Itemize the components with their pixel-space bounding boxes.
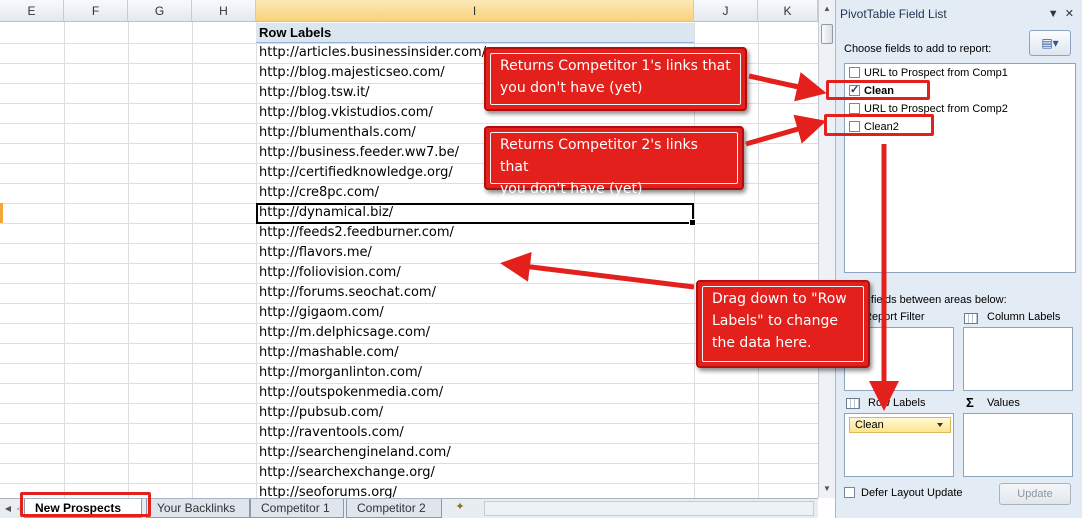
- pivot-row-label[interactable]: http://searchengineland.com/: [259, 443, 451, 463]
- gridline: [128, 22, 129, 498]
- field-label: URL to Prospect from Comp1: [864, 67, 1008, 79]
- highlight-clean-field: [826, 80, 930, 100]
- gridline: [256, 22, 257, 498]
- callout-text: the data here.: [712, 335, 812, 351]
- column-area-icon: [964, 313, 978, 324]
- pivot-row-label[interactable]: http://articles.businessinsider.com/: [259, 43, 486, 63]
- highlight-clean2-field: [824, 114, 934, 136]
- column-labels-label: Column Labels: [987, 311, 1061, 323]
- close-icon[interactable]: ✕: [1065, 8, 1074, 20]
- tab-competitor-1[interactable]: Competitor 1: [250, 499, 344, 518]
- pivot-row-label[interactable]: http://cre8pc.com/: [259, 183, 379, 203]
- callout-drag-down: Drag down to "Row Labels" to change the …: [696, 280, 870, 368]
- pivottable-field-list-pane: PivotTable Field List ▼ ✕ Choose fields …: [835, 0, 1082, 518]
- column-header-i[interactable]: I: [256, 0, 694, 22]
- callout-competitor-2: Returns Competitor 2's links that you do…: [484, 126, 744, 197]
- report-filter-label: Report Filter: [864, 311, 925, 323]
- row-labels-area[interactable]: Clean: [844, 413, 954, 477]
- pivot-row-label[interactable]: http://morganlinton.com/: [259, 363, 422, 383]
- pivot-row-label[interactable]: http://blog.majesticseo.com/: [259, 63, 445, 83]
- sheet-vertical-scrollbar[interactable]: ▲ ▼: [818, 0, 835, 498]
- column-header-e[interactable]: E: [0, 0, 64, 22]
- gridline: [0, 403, 818, 404]
- layout-options-button[interactable]: ▤▾: [1029, 30, 1071, 56]
- pivot-row-label[interactable]: http://certifiedknowledge.org/: [259, 163, 453, 183]
- pivot-row-label[interactable]: http://forums.seochat.com/: [259, 283, 436, 303]
- pivot-row-label[interactable]: http://blog.vkistudios.com/: [259, 103, 433, 123]
- active-cell-selection: [256, 203, 696, 226]
- pane-title: PivotTable Field List: [840, 7, 947, 21]
- values-label: Values: [987, 397, 1020, 409]
- checkbox-url-comp1[interactable]: [849, 67, 860, 78]
- sheet-horizontal-scrollbar[interactable]: [484, 501, 814, 516]
- column-labels-area[interactable]: [963, 327, 1073, 391]
- pivot-row-label[interactable]: http://feeds2.feedburner.com/: [259, 223, 454, 243]
- callout-text: you don't have (yet): [500, 80, 643, 96]
- row-labels-header-text: Row Labels: [259, 25, 332, 40]
- pivot-row-label[interactable]: http://m.delphicsage.com/: [259, 323, 430, 343]
- highlight-new-prospects-tab: [20, 492, 151, 517]
- gridline: [64, 22, 65, 498]
- row-field-label: Clean: [855, 419, 884, 431]
- active-row-marker: [0, 203, 3, 223]
- gridline: [0, 423, 818, 424]
- choose-fields-label: Choose fields to add to report:: [844, 43, 992, 55]
- checkbox-url-comp2[interactable]: [849, 103, 860, 114]
- callout-text: Labels" to change: [712, 313, 838, 329]
- pivot-row-label[interactable]: http://mashable.com/: [259, 343, 399, 363]
- column-header-h[interactable]: H: [192, 0, 256, 22]
- defer-layout-update[interactable]: Defer Layout Update: [844, 486, 963, 500]
- callout-text: Returns Competitor 1's links that: [500, 58, 731, 74]
- field-url-comp1[interactable]: URL to Prospect from Comp1: [849, 65, 1008, 81]
- gridline: [758, 22, 759, 498]
- defer-checkbox[interactable]: [844, 487, 855, 498]
- values-area[interactable]: [963, 413, 1073, 477]
- callout-text: you don't have (yet): [500, 181, 643, 197]
- gridline: [0, 243, 818, 244]
- pivot-row-label[interactable]: http://flavors.me/: [259, 243, 372, 263]
- pivot-row-label[interactable]: http://searchexchange.org/: [259, 463, 435, 483]
- layout-icon: ▤▾: [1041, 36, 1059, 50]
- row-area-icon: [846, 398, 860, 409]
- defer-label: Defer Layout Update: [861, 487, 963, 499]
- column-header-g[interactable]: G: [128, 0, 192, 22]
- scroll-thumb[interactable]: [821, 24, 833, 44]
- scroll-down-icon[interactable]: ▼: [822, 484, 832, 494]
- pane-menu-icon[interactable]: ▼: [1048, 8, 1059, 20]
- column-header-f[interactable]: F: [64, 0, 128, 22]
- pivot-row-label[interactable]: http://blumenthals.com/: [259, 123, 416, 143]
- update-button[interactable]: Update: [999, 483, 1071, 505]
- insert-sheet-icon[interactable]: ✦: [448, 500, 472, 517]
- pivot-row-label[interactable]: http://foliovision.com/: [259, 263, 401, 283]
- first-sheet-icon[interactable]: ◀: [2, 501, 14, 516]
- tab-your-backlinks[interactable]: Your Backlinks: [146, 499, 250, 518]
- pivot-row-label[interactable]: http://pubsub.com/: [259, 403, 383, 423]
- gridline: [0, 483, 818, 484]
- gridline: [0, 263, 818, 264]
- row-labels-header[interactable]: Row Labels: [256, 23, 694, 43]
- pivot-row-label[interactable]: http://raventools.com/: [259, 423, 404, 443]
- callout-competitor-1: Returns Competitor 1's links that you do…: [484, 47, 747, 111]
- row-labels-area-label: Row Labels: [868, 397, 926, 409]
- row-field-clean-chip[interactable]: Clean: [849, 417, 951, 433]
- gridline: [192, 22, 193, 498]
- sigma-icon: Σ: [966, 395, 974, 410]
- pivot-row-label[interactable]: http://blog.tsw.it/: [259, 83, 370, 103]
- column-header-j[interactable]: J: [694, 0, 758, 22]
- callout-text: Drag down to "Row: [712, 291, 847, 307]
- pivot-row-label[interactable]: http://gigaom.com/: [259, 303, 384, 323]
- pane-controls: ▼ ✕: [1048, 7, 1074, 20]
- pivot-row-label[interactable]: http://business.feeder.ww7.be/: [259, 143, 459, 163]
- column-header-k[interactable]: K: [758, 0, 818, 22]
- tab-competitor-2[interactable]: Competitor 2: [346, 499, 442, 518]
- scroll-up-icon[interactable]: ▲: [822, 4, 832, 14]
- pivot-row-label[interactable]: http://outspokenmedia.com/: [259, 383, 443, 403]
